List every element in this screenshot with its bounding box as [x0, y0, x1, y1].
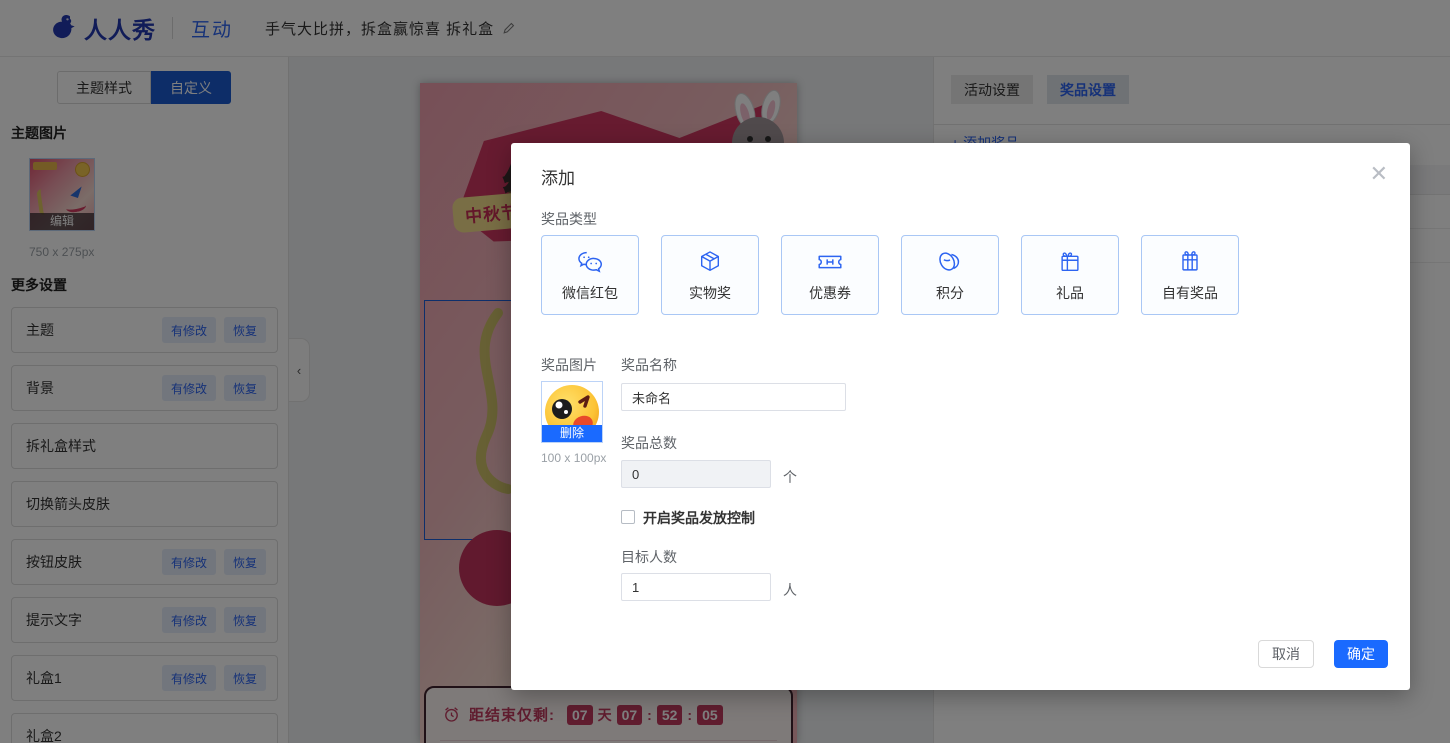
target-people-input[interactable]	[621, 573, 771, 601]
prize-type-coupon[interactable]: 优惠券	[781, 235, 879, 315]
delete-image-button[interactable]: 删除	[542, 425, 602, 442]
prize-type-label-text: 积分	[936, 285, 964, 301]
ticket-icon	[815, 247, 845, 277]
prize-type-label-text: 自有奖品	[1162, 285, 1218, 301]
prize-type-label: 奖品类型	[541, 211, 597, 227]
dispatch-control-checkbox[interactable]	[621, 510, 635, 524]
prize-type-label-text: 微信红包	[562, 285, 618, 301]
prize-type-gift[interactable]: 礼品	[1021, 235, 1119, 315]
prize-type-own[interactable]: 自有奖品	[1141, 235, 1239, 315]
gift-ribbon-icon	[1056, 247, 1084, 277]
cancel-button[interactable]: 取消	[1258, 640, 1314, 668]
cube-icon	[696, 247, 724, 277]
prize-type-physical[interactable]: 实物奖	[661, 235, 759, 315]
prize-type-wechat-redpacket[interactable]: 微信红包	[541, 235, 639, 315]
app-root: 人人秀 互动 手气大比拼，拆盒赢惊喜 拆礼盒 主题样式 自定义 主题图片 编辑 …	[0, 0, 1450, 743]
close-icon[interactable]: ✕	[1370, 163, 1388, 185]
prize-type-cards: 微信红包 实物奖 优惠券 积分 礼品 自有奖品	[541, 235, 1239, 315]
prize-type-label-text: 优惠券	[809, 285, 851, 301]
prize-total-input[interactable]	[621, 460, 771, 488]
prize-type-label-text: 礼品	[1056, 285, 1084, 301]
target-people-label: 目标人数	[621, 549, 677, 565]
prize-name-label: 奖品名称	[621, 357, 677, 373]
wechat-icon	[575, 247, 605, 277]
prize-image-label: 奖品图片	[541, 357, 597, 373]
prize-total-unit: 个	[783, 469, 797, 485]
prize-name-input[interactable]	[621, 383, 846, 411]
prize-total-label: 奖品总数	[621, 435, 677, 451]
confirm-button[interactable]: 确定	[1334, 640, 1388, 668]
coins-icon	[935, 247, 965, 277]
prize-type-label-text: 实物奖	[689, 285, 731, 301]
add-prize-modal: 添加 ✕ 奖品类型 微信红包 实物奖 优惠券 积分 礼品 自有奖品 奖品图片 奖…	[511, 143, 1410, 690]
modal-footer: 取消 确定	[1258, 640, 1388, 668]
dispatch-control-label[interactable]: 开启奖品发放控制	[643, 508, 755, 528]
gift-box-icon	[1176, 247, 1204, 277]
modal-title: 添加	[541, 169, 575, 188]
prize-type-points[interactable]: 积分	[901, 235, 999, 315]
prize-image-preview: 删除	[541, 381, 603, 443]
prize-image-size-hint: 100 x 100px	[541, 451, 607, 465]
target-people-unit: 人	[783, 582, 797, 598]
